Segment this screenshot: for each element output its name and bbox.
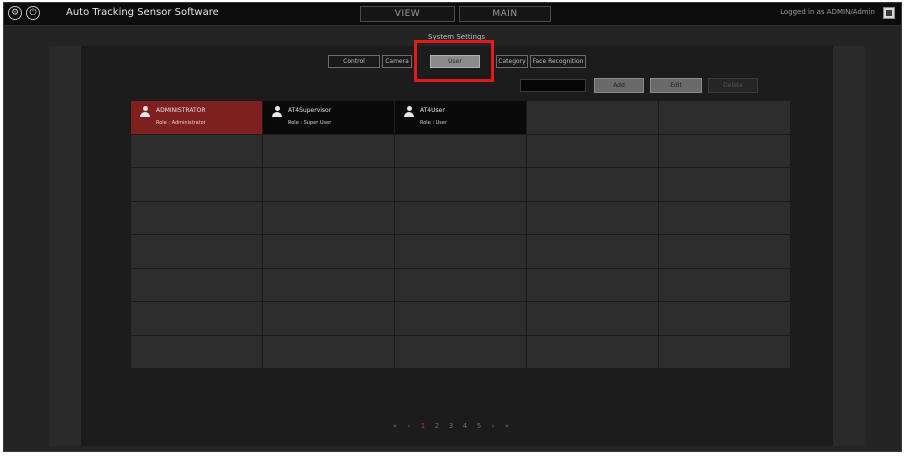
page-item[interactable]: ‹ [405, 422, 413, 430]
empty-user-slot[interactable] [659, 168, 790, 201]
user-card[interactable]: AT4Supervisor Role : Super User [263, 101, 394, 134]
user-role: Role : Administrator [156, 120, 206, 126]
empty-user-slot[interactable] [527, 268, 658, 301]
empty-user-slot[interactable] [395, 168, 526, 201]
app-window: ⚙ ⏻ Auto Tracking Sensor Software VIEW M… [3, 2, 902, 452]
tab-main[interactable]: MAIN [459, 6, 551, 22]
empty-user-slot[interactable] [659, 235, 790, 268]
empty-user-slot[interactable] [659, 134, 790, 167]
page-item[interactable]: 2 [433, 422, 441, 430]
empty-user-slot[interactable] [131, 134, 262, 167]
edit-user-button[interactable]: Edit [650, 78, 702, 93]
empty-user-slot[interactable] [527, 168, 658, 201]
empty-user-slot[interactable] [527, 101, 658, 134]
login-info: Logged in as ADMIN/Admin [780, 8, 875, 16]
tab-view[interactable]: VIEW [360, 6, 455, 22]
add-user-button[interactable]: Add [594, 78, 644, 93]
user-grid: ADMINISTRATOR Role : Administrator AT4Supe… [131, 101, 790, 368]
exit-icon[interactable] [883, 7, 895, 19]
app-title: Auto Tracking Sensor Software [66, 7, 219, 18]
user-role: Role : User [420, 120, 448, 126]
highlight-box [414, 40, 494, 82]
empty-user-slot[interactable] [527, 235, 658, 268]
pagination: « ‹ 1 2 3 4 5 › » [391, 422, 511, 430]
empty-user-slot[interactable] [263, 201, 394, 234]
empty-user-slot[interactable] [527, 134, 658, 167]
empty-user-slot[interactable] [395, 268, 526, 301]
left-side-strip [49, 46, 81, 446]
empty-user-slot[interactable] [131, 235, 262, 268]
empty-user-slot[interactable] [527, 335, 658, 368]
tab-control[interactable]: Control [328, 55, 380, 68]
page-item[interactable]: » [503, 422, 511, 430]
user-icon [140, 106, 150, 117]
tab-face-recognition[interactable]: Face Recognition [530, 55, 586, 68]
empty-user-slot[interactable] [131, 335, 262, 368]
empty-user-slot[interactable] [263, 335, 394, 368]
user-name: AT4User [420, 107, 445, 114]
user-name: ADMINISTRATOR [156, 107, 206, 114]
empty-user-slot[interactable] [659, 268, 790, 301]
user-card[interactable]: ADMINISTRATOR Role : Administrator [131, 101, 262, 134]
empty-user-slot[interactable] [659, 101, 790, 134]
empty-user-slot[interactable] [263, 302, 394, 335]
empty-user-slot[interactable] [131, 201, 262, 234]
empty-user-slot[interactable] [263, 134, 394, 167]
empty-user-slot[interactable] [659, 335, 790, 368]
empty-user-slot[interactable] [395, 134, 526, 167]
page-item[interactable]: 1 [419, 422, 427, 430]
empty-user-slot[interactable] [395, 235, 526, 268]
page-item[interactable]: › [489, 422, 497, 430]
empty-user-slot[interactable] [263, 268, 394, 301]
right-side-strip [833, 46, 865, 446]
empty-user-slot[interactable] [659, 302, 790, 335]
power-icon[interactable]: ⏻ [26, 6, 40, 20]
page-item[interactable]: « [391, 422, 399, 430]
empty-user-slot[interactable] [131, 168, 262, 201]
title-bar: ⚙ ⏻ Auto Tracking Sensor Software VIEW M… [4, 3, 901, 26]
empty-user-slot[interactable] [659, 201, 790, 234]
user-icon [404, 106, 414, 117]
empty-user-slot[interactable] [263, 235, 394, 268]
empty-user-slot[interactable] [527, 201, 658, 234]
empty-user-slot[interactable] [131, 302, 262, 335]
user-name: AT4Supervisor [288, 107, 332, 114]
search-input[interactable] [520, 79, 586, 92]
empty-user-slot[interactable] [395, 302, 526, 335]
empty-user-slot[interactable] [395, 201, 526, 234]
empty-user-slot[interactable] [395, 335, 526, 368]
tab-camera[interactable]: Camera [382, 55, 412, 68]
user-icon [272, 106, 282, 117]
user-role: Role : Super User [288, 120, 332, 126]
empty-user-slot[interactable] [263, 168, 394, 201]
page-item[interactable]: 4 [461, 422, 469, 430]
user-card[interactable]: AT4User Role : User [395, 101, 526, 134]
empty-user-slot[interactable] [131, 268, 262, 301]
empty-user-slot[interactable] [527, 302, 658, 335]
delete-user-button[interactable]: Delete [708, 78, 758, 93]
settings-gear-icon[interactable]: ⚙ [8, 6, 22, 20]
page-item[interactable]: 5 [475, 422, 483, 430]
page-item[interactable]: 3 [447, 422, 455, 430]
tab-category[interactable]: Category [496, 55, 528, 68]
